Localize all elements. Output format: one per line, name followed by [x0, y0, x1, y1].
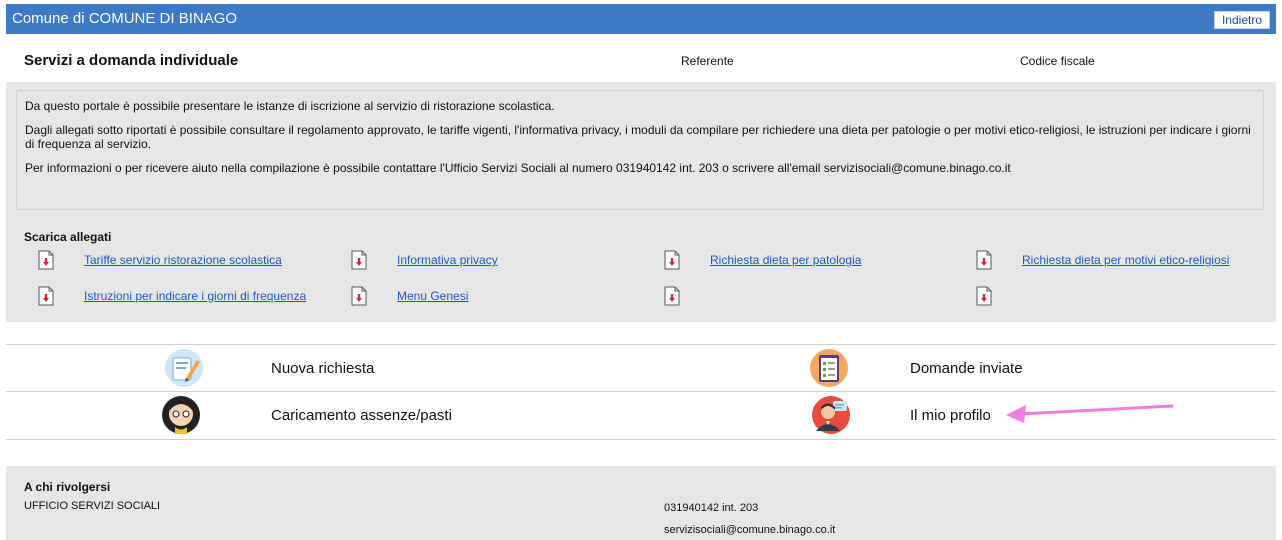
- pdf-icon: [38, 250, 54, 270]
- absences-label: Caricamento assenze/pasti: [271, 406, 452, 424]
- attachment-link[interactable]: Tariffe servizio ristorazione scolastica: [84, 253, 282, 267]
- operator-avatar-icon: [162, 396, 200, 434]
- pink-arrow-annotation: [1006, 404, 1174, 423]
- pdf-icon: [351, 250, 367, 270]
- pdf-icon[interactable]: [976, 286, 992, 306]
- pdf-icon[interactable]: [664, 286, 680, 306]
- description-paragraph: Dagli allegati sotto riportati è possibi…: [25, 123, 1251, 151]
- attachment-link[interactable]: Richiesta dieta per motivi etico-religio…: [1022, 253, 1229, 267]
- app-title: Comune di COMUNE DI BINAGO: [12, 10, 238, 27]
- new-request-label: Nuova richiesta: [271, 359, 375, 377]
- pdf-icon: [351, 286, 367, 306]
- sent-requests-label: Domande inviate: [910, 359, 1023, 377]
- pdf-icon: [38, 286, 54, 306]
- sent-requests-item[interactable]: Domande inviate: [809, 345, 1269, 391]
- contact-office: UFFICIO SERVIZI SOCIALI: [24, 500, 161, 512]
- clipboard-list-icon: [810, 349, 848, 387]
- service-header: Servizi a domanda individuale Referente …: [6, 36, 1276, 82]
- description-paragraph: Da questo portale è possibile presentare…: [25, 99, 555, 113]
- contact-panel: A chi rivolgersi UFFICIO SERVIZI SOCIALI…: [6, 466, 1276, 540]
- pdf-icon: [664, 250, 680, 270]
- attachment-link[interactable]: Menu Genesi: [397, 289, 468, 303]
- new-request-icon: [165, 349, 203, 387]
- absences-item[interactable]: Caricamento assenze/pasti: [161, 392, 661, 438]
- attachment-item[interactable]: Richiesta dieta per motivi etico-religio…: [976, 250, 1229, 270]
- attachment-item[interactable]: Istruzioni per indicare i giorni di freq…: [38, 286, 306, 306]
- description-box: Da questo portale è possibile presentare…: [16, 90, 1264, 210]
- contact-email: servizisociali@comune.binago.co.it: [664, 524, 836, 536]
- attachment-link[interactable]: Informativa privacy: [397, 253, 498, 267]
- attachment-item[interactable]: [664, 286, 710, 306]
- pdf-icon: [976, 250, 992, 270]
- attachment-item[interactable]: Richiesta dieta per patologia: [664, 250, 861, 270]
- contact-phone: 031940142 int. 203: [664, 502, 759, 514]
- attachment-link[interactable]: Richiesta dieta per patologia: [710, 253, 861, 267]
- info-panel: Da questo portale è possibile presentare…: [6, 82, 1276, 322]
- back-button[interactable]: Indietro: [1213, 11, 1270, 29]
- description-paragraph: Per informazioni o per ricevere aiuto ne…: [25, 161, 1011, 175]
- attachment-item[interactable]: Tariffe servizio ristorazione scolastica: [38, 250, 282, 270]
- menu-row: Nuova richiesta Domande inviate: [6, 345, 1276, 392]
- attachment-item[interactable]: Informativa privacy: [351, 250, 498, 270]
- attachments-title: Scarica allegati: [24, 230, 112, 244]
- top-bar: Comune di COMUNE DI BINAGO Indietro: [6, 4, 1276, 34]
- contact-title: A chi rivolgersi: [24, 480, 111, 494]
- user-profile-icon: [812, 396, 850, 434]
- page-title: Servizi a domanda individuale: [24, 52, 239, 69]
- new-request-item[interactable]: Nuova richiesta: [164, 345, 664, 391]
- codice-fiscale-label: Codice fiscale: [1020, 54, 1095, 68]
- attachment-item[interactable]: Menu Genesi: [351, 286, 468, 306]
- attachment-item[interactable]: [976, 286, 1022, 306]
- attachment-link[interactable]: Istruzioni per indicare i giorni di freq…: [84, 289, 306, 303]
- referente-label: Referente: [681, 54, 734, 68]
- profile-label: Il mio profilo: [910, 406, 991, 424]
